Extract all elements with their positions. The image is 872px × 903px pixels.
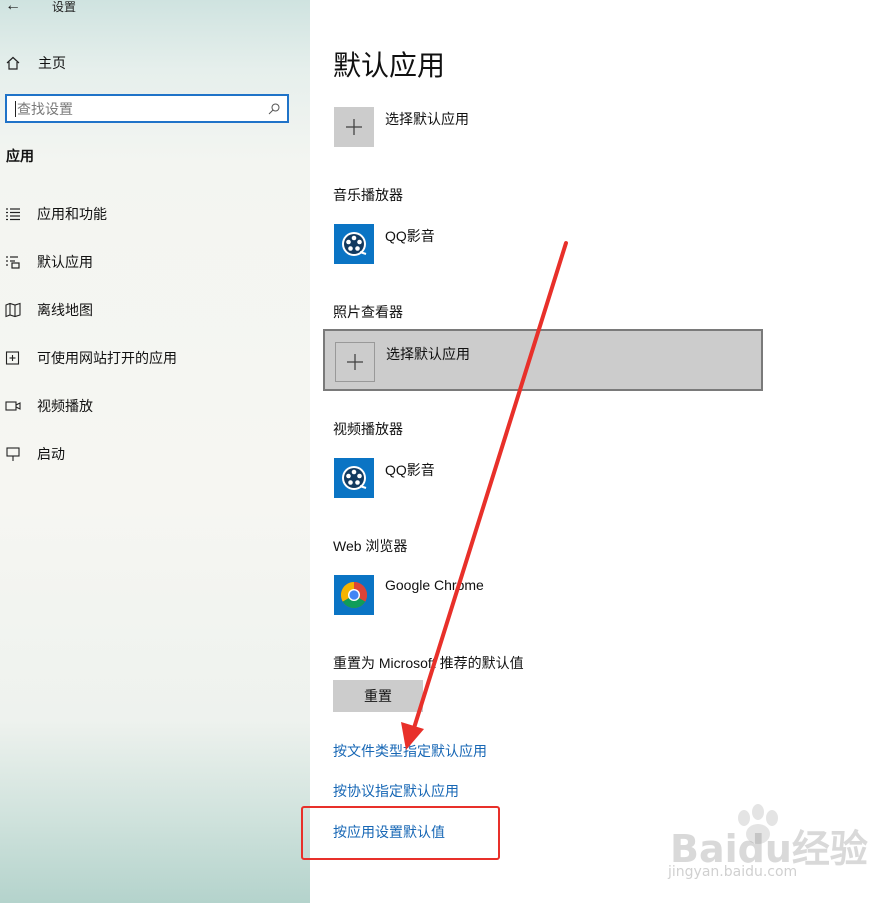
watermark-url: jingyan.baidu.com bbox=[668, 864, 798, 880]
text-caret bbox=[15, 101, 16, 117]
app-name: 选择默认应用 bbox=[386, 346, 470, 362]
sidebar-item-label: 应用和功能 bbox=[37, 206, 107, 222]
link-by-protocol[interactable]: 按协议指定默认应用 bbox=[333, 781, 459, 801]
qq-player-icon bbox=[334, 224, 374, 264]
sidebar-item-apps-for-websites[interactable]: 可使用网站打开的应用 bbox=[0, 345, 300, 371]
startup-icon bbox=[6, 447, 20, 461]
video-player-app[interactable]: QQ影音 bbox=[334, 458, 435, 500]
music-player-label: 音乐播放器 bbox=[333, 187, 403, 203]
section-title: 应用 bbox=[6, 148, 34, 164]
sidebar-item-label: 默认应用 bbox=[37, 254, 93, 270]
apps-features-icon bbox=[6, 208, 20, 221]
title-bar: ← 设置 bbox=[0, 0, 310, 20]
sidebar-item-startup[interactable]: 启动 bbox=[0, 441, 300, 467]
sidebar-item-default-apps[interactable]: 默认应用 bbox=[0, 249, 300, 275]
photo-viewer-choice-hovered[interactable]: 选择默认应用 bbox=[323, 329, 763, 391]
search-icon[interactable] bbox=[268, 103, 280, 115]
main-content: 默认应用 选择默认应用 音乐播放器 QQ影音 照片查看器 选择默认应用 视频播放… bbox=[310, 0, 872, 903]
apps-for-websites-icon bbox=[5, 351, 20, 365]
sidebar-item-apps-features[interactable]: 应用和功能 bbox=[0, 201, 300, 227]
sidebar-item-label: 离线地图 bbox=[37, 302, 93, 318]
home-icon bbox=[6, 56, 20, 70]
video-playback-icon bbox=[5, 401, 21, 411]
page-title: 默认应用 bbox=[333, 50, 446, 81]
app-name: Google Chrome bbox=[385, 577, 484, 593]
plus-icon bbox=[347, 354, 363, 370]
home-nav-item[interactable]: 主页 bbox=[0, 50, 300, 76]
reset-label: 重置为 Microsoft 推荐的默认值 bbox=[333, 655, 524, 671]
search-field[interactable] bbox=[5, 94, 289, 123]
web-browser-label: Web 浏览器 bbox=[333, 538, 408, 554]
choose-default-app-row[interactable]: 选择默认应用 bbox=[334, 107, 469, 149]
plus-icon bbox=[346, 119, 362, 135]
app-name: QQ影音 bbox=[385, 462, 435, 478]
add-app-tile[interactable] bbox=[334, 107, 374, 147]
add-app-tile[interactable] bbox=[335, 342, 375, 382]
sidebar-item-video-playback[interactable]: 视频播放 bbox=[0, 393, 300, 419]
qq-player-icon bbox=[334, 458, 374, 498]
sidebar-item-offline-maps[interactable]: 离线地图 bbox=[0, 297, 300, 323]
link-by-file-type[interactable]: 按文件类型指定默认应用 bbox=[333, 741, 487, 761]
choose-default-app-row[interactable]: 选择默认应用 bbox=[335, 342, 470, 384]
web-browser-app[interactable]: Google Chrome bbox=[334, 575, 484, 617]
search-input[interactable] bbox=[17, 99, 257, 119]
back-arrow-icon[interactable]: ← bbox=[5, 0, 21, 15]
sidebar: ← 设置 主页 应用 应用和功能 默认应用 离线地图 bbox=[0, 0, 310, 903]
home-label: 主页 bbox=[38, 55, 66, 71]
app-name: QQ影音 bbox=[385, 228, 435, 244]
window-title: 设置 bbox=[52, 0, 77, 14]
video-player-label: 视频播放器 bbox=[333, 421, 403, 437]
offline-maps-icon bbox=[5, 302, 21, 318]
sidebar-item-label: 启动 bbox=[37, 446, 65, 462]
annotation-highlight-box bbox=[301, 806, 500, 860]
chrome-icon bbox=[334, 575, 374, 615]
sidebar-item-label: 视频播放 bbox=[37, 398, 93, 414]
sidebar-item-label: 可使用网站打开的应用 bbox=[37, 350, 177, 366]
default-apps-icon bbox=[6, 256, 20, 269]
photo-viewer-label: 照片查看器 bbox=[333, 304, 403, 320]
music-player-app[interactable]: QQ影音 bbox=[334, 224, 435, 266]
app-name: 选择默认应用 bbox=[385, 111, 469, 127]
reset-button[interactable]: 重置 bbox=[333, 680, 423, 712]
